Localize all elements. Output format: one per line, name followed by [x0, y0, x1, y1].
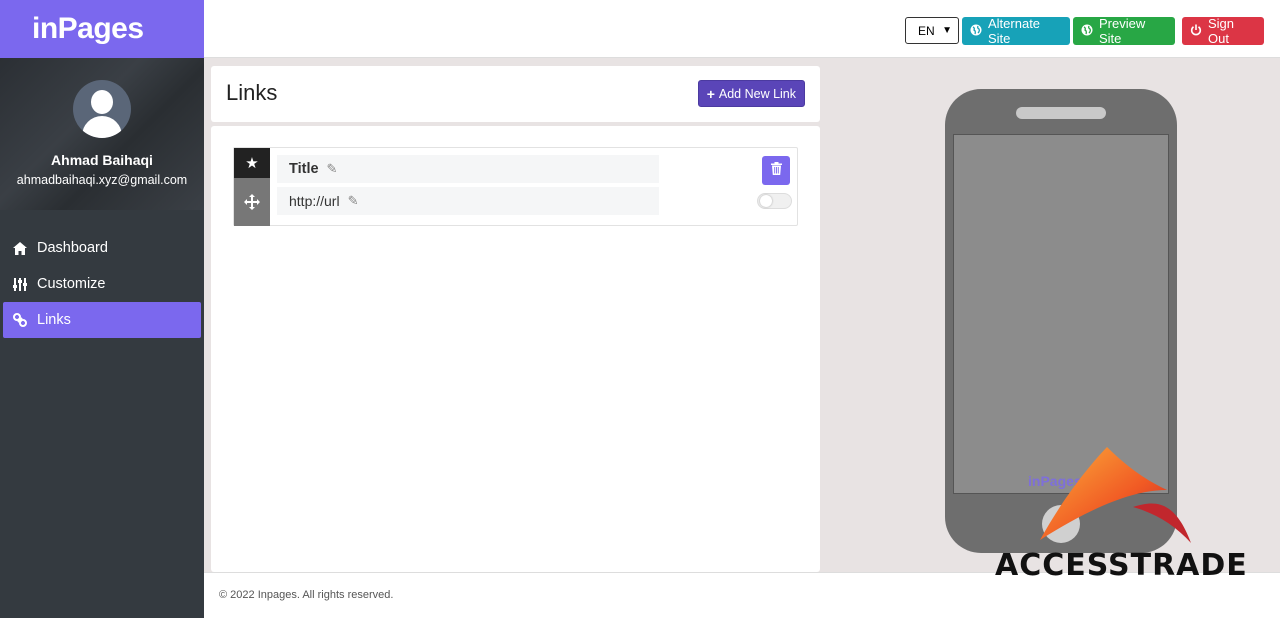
language-select[interactable]: EN ▼ [905, 17, 959, 44]
link-enabled-toggle[interactable] [757, 193, 792, 209]
user-name: Ahmad Baihaqi [51, 152, 153, 168]
user-email: ahmadbaihaqi.xyz@gmail.com [16, 173, 188, 187]
preview-site-label: Preview Site [1099, 16, 1146, 46]
globe-icon [1081, 24, 1093, 39]
power-icon [1190, 24, 1202, 39]
sidebar-item-dashboard[interactable]: Dashboard [3, 230, 201, 266]
brand-name: inPages [32, 12, 144, 45]
avatar [73, 80, 131, 138]
main-content: Links + Add New Link ★ Title ✎ http://ur… [204, 58, 820, 572]
sidebar-nav: Dashboard Customize Links [0, 210, 204, 338]
sliders-icon [13, 277, 37, 291]
language-value: EN [918, 23, 935, 38]
links-list: ★ Title ✎ http://url ✎ [211, 126, 820, 572]
home-icon [13, 241, 37, 255]
sidebar-item-customize[interactable]: Customize [3, 266, 201, 302]
link-icon [13, 313, 37, 327]
sidebar-item-links[interactable]: Links [3, 302, 201, 338]
globe-icon [970, 24, 982, 39]
alternate-site-button[interactable]: Alternate Site [962, 16, 1070, 46]
preview-site-button[interactable]: Preview Site [1073, 16, 1175, 46]
alternate-site-label: Alternate Site [988, 16, 1041, 46]
phone-speaker [1016, 107, 1106, 119]
add-new-link-button[interactable]: + Add New Link [697, 80, 805, 107]
edit-icon[interactable]: ✎ [348, 193, 359, 209]
trash-icon [770, 161, 782, 180]
chevron-down-icon: ▼ [942, 25, 952, 36]
phone-screen: inPages [953, 134, 1169, 494]
watermark-logo-icon [1040, 447, 1191, 543]
sidebar: inPages Ahmad Baihaqi ahmadbaihaqi.xyz@g… [0, 0, 204, 618]
watermark-text: ACCESSTRADE [995, 548, 1248, 583]
plus-icon: + [706, 85, 715, 102]
link-url-field[interactable]: http://url ✎ [277, 187, 659, 215]
brand-logo[interactable]: inPages [0, 0, 204, 58]
delete-link-button[interactable] [762, 156, 790, 185]
move-icon[interactable] [234, 178, 270, 226]
star-icon[interactable]: ★ [234, 148, 270, 178]
sidebar-item-label: Dashboard [37, 240, 108, 256]
sidebar-item-label: Links [37, 312, 71, 328]
topbar: EN ▼ Alternate Site Preview Site Sign Ou… [204, 0, 1280, 58]
link-url: http://url [289, 193, 340, 209]
sign-out-label: Sign Out [1208, 16, 1235, 46]
link-title: Title [289, 161, 319, 177]
user-profile: Ahmad Baihaqi ahmadbaihaqi.xyz@gmail.com [0, 58, 204, 210]
page-header: Links + Add New Link [211, 66, 820, 122]
link-title-field[interactable]: Title ✎ [277, 155, 659, 183]
edit-icon[interactable]: ✎ [327, 161, 338, 177]
copyright-text: © 2022 Inpages. All rights reserved. [219, 589, 394, 601]
toggle-knob [760, 195, 772, 207]
accesstrade-watermark: ACCESSTRADE [995, 445, 1247, 585]
link-item: ★ Title ✎ http://url ✎ [233, 147, 798, 226]
sidebar-item-label: Customize [37, 276, 106, 292]
page-title: Links [226, 80, 278, 105]
sign-out-button[interactable]: Sign Out [1182, 16, 1264, 46]
add-new-link-label: Add New Link [718, 86, 796, 101]
